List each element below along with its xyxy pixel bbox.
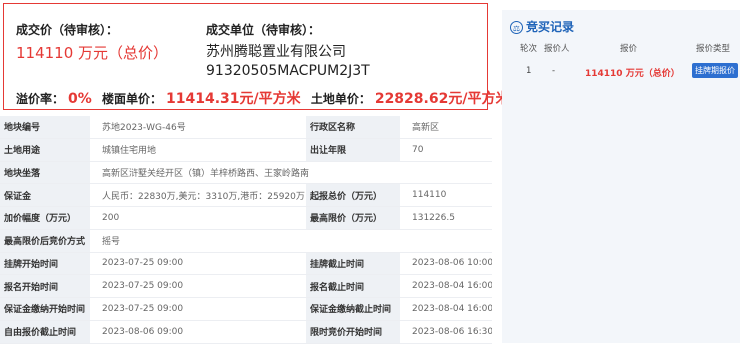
field-label: 保证金缴纳截止时间 — [306, 297, 400, 321]
field-label: 报名开始时间 — [0, 274, 90, 298]
field-value: 2023-08-06 10:00 — [400, 252, 492, 276]
table-row: 保证金 人民币：22830万,美元：3310万,港币：25920万 起报总价（万… — [0, 183, 492, 207]
bid-price: 114110 万元（总价） — [585, 69, 680, 79]
field-value: 114110 — [400, 183, 492, 207]
table-row: 自由报价截止时间 2023-08-06 09:00 限时竞价开始时间 2023-… — [0, 320, 492, 344]
field-label: 地块坐落 — [0, 161, 90, 185]
field-label: 最高限价（万元） — [306, 206, 400, 230]
table-row: 最高限价后竞价方式 摇号 — [0, 229, 492, 253]
land-price-value: 22828.62元/平方米 — [374, 91, 510, 107]
bid-record-title: ⚖ 竞买记录 — [510, 18, 574, 35]
field-value: 高新区 — [400, 116, 492, 139]
field-value: 2023-08-06 16:30 — [400, 320, 492, 344]
field-label: 保证金 — [0, 183, 90, 207]
bid-round: 1 — [526, 66, 532, 76]
price-metrics: 溢价率： 0% 楼面单价： 11414.31元/平方米 土地单价： 22828.62元… — [16, 88, 515, 108]
field-label: 土地用途 — [0, 138, 90, 162]
field-value: 2023-07-25 09:00 — [90, 297, 306, 321]
table-row: 加价幅度（万元） 200 最高限价（万元） 131226.5 — [0, 206, 492, 230]
premium-label: 溢价率： — [16, 92, 65, 106]
field-value: 城镇住宅用地 — [90, 138, 306, 162]
field-label: 行政区名称 — [306, 116, 400, 139]
land-price-label: 土地单价： — [310, 92, 371, 106]
header-round: 轮次 — [520, 44, 538, 54]
field-label: 保证金缴纳开始时间 — [0, 297, 90, 321]
field-label: 报名截止时间 — [306, 274, 400, 298]
field-value: 人民币：22830万,美元：3310万,港币：25920万 — [90, 183, 306, 207]
field-value: 131226.5 — [400, 206, 492, 230]
company-name: 苏州腾聪置业有限公司 — [206, 44, 346, 60]
field-value: 2023-08-06 09:00 — [90, 320, 306, 344]
table-row: 地块编号 苏地2023-WG-46号 行政区名称 高新区 — [0, 116, 492, 139]
bid-record-title-text: 竞买记录 — [526, 20, 575, 34]
field-value: 高新区浒墅关经开区（镇）羊梓桥路西、王家岭路南 — [90, 161, 492, 185]
deal-unit-label: 成交单位（待审核）： — [206, 23, 321, 37]
field-label: 出让年限 — [306, 138, 400, 162]
table-row: 保证金缴纳开始时间 2023-07-25 09:00 保证金缴纳截止时间 202… — [0, 297, 492, 321]
premium-value: 0% — [68, 91, 92, 107]
field-label: 挂牌截止时间 — [306, 252, 400, 276]
deal-price-label: 成交价（待审核）： — [16, 23, 119, 37]
table-row: 报名开始时间 2023-07-25 09:00 报名截止时间 2023-08-0… — [0, 274, 492, 298]
bid-type-badge: 挂牌期报价 — [692, 63, 738, 78]
field-label: 限时竞价开始时间 — [306, 320, 400, 344]
field-value: 2023-07-25 09:00 — [90, 274, 306, 298]
table-row: 挂牌开始时间 2023-07-25 09:00 挂牌截止时间 2023-08-0… — [0, 252, 492, 276]
field-label: 地块编号 — [0, 116, 90, 139]
gavel-icon: ⚖ — [510, 21, 523, 34]
field-label: 最高限价后竞价方式 — [0, 229, 90, 253]
field-value: 苏地2023-WG-46号 — [90, 116, 306, 139]
table-row: 土地用途 城镇住宅用地 出让年限 70 — [0, 138, 492, 162]
field-label: 挂牌开始时间 — [0, 252, 90, 276]
floor-price-value: 11414.31元/平方米 — [166, 91, 301, 107]
field-value: 2023-07-25 09:00 — [90, 252, 306, 276]
deal-summary-box: 成交价（待审核）： 114110 万元（总价） 成交单位（待审核）： 苏州腾聪置… — [3, 3, 509, 110]
header-bidder: 报价人 — [544, 44, 570, 54]
table-row: 地块坐落 高新区浒墅关经开区（镇）羊梓桥路西、王家岭路南 — [0, 161, 492, 185]
field-label: 加价幅度（万元） — [0, 206, 90, 230]
bid-bidder: - — [552, 66, 556, 76]
company-code: 91320505MACPUM2J3T — [206, 63, 370, 79]
field-value: 2023-08-04 16:00 — [400, 274, 492, 298]
field-value: 70 — [400, 138, 492, 162]
header-type: 报价类型 — [696, 44, 731, 54]
header-price: 报价 — [620, 44, 638, 54]
field-label: 起报总价（万元） — [306, 183, 400, 207]
deal-price-value: 114110 万元（总价） — [16, 44, 169, 62]
floor-price-label: 楼面单价： — [101, 92, 162, 106]
field-value: 摇号 — [90, 229, 492, 253]
field-value: 200 — [90, 206, 306, 230]
field-label: 自由报价截止时间 — [0, 320, 90, 344]
land-info-table: 地块编号 苏地2023-WG-46号 行政区名称 高新区 土地用途 城镇住宅用地… — [0, 116, 492, 344]
bid-record-panel: ⚖ 竞买记录 轮次 报价人 报价 报价类型 1 - 114110 万元（总价） 挂… — [502, 10, 740, 343]
field-value: 2023-08-04 16:00 — [400, 297, 492, 321]
